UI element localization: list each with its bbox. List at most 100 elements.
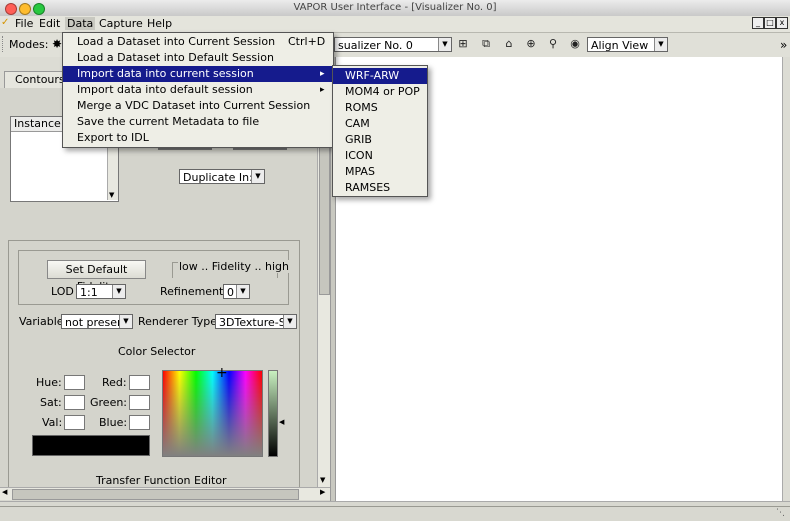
- sat-input[interactable]: [64, 395, 85, 410]
- submenu-item-label: ICON: [345, 149, 373, 162]
- menu-item-load-current[interactable]: Load a Dataset into Current Session Ctrl…: [63, 34, 333, 50]
- menu-item-import-current[interactable]: Import data into current session ▸: [63, 66, 333, 82]
- picker-crosshair-icon[interactable]: +: [216, 365, 228, 381]
- chevron-down-icon: ▼: [112, 285, 125, 298]
- menu-item-label: Load a Dataset into Default Session: [77, 51, 274, 64]
- align-view-value: Align View: [591, 39, 649, 52]
- menu-item-label: Save the current Metadata to file: [77, 115, 260, 128]
- mdi-close-button[interactable]: x: [776, 17, 788, 29]
- visualizer-select[interactable]: sualizer No. 0 ▼: [334, 37, 452, 52]
- chevron-down-icon: ▼: [251, 170, 264, 183]
- menubar: ✓ File Edit Data Capture Help _ □ x: [0, 16, 790, 33]
- submenu-item-label: ROMS: [345, 101, 378, 114]
- resize-grip-icon[interactable]: ⋱: [776, 508, 785, 518]
- menu-help[interactable]: Help: [145, 17, 174, 30]
- window-title: VAPOR User Interface - [Visualizer No. 0…: [293, 2, 497, 13]
- chevron-down-icon: ▼: [283, 315, 296, 328]
- submenu-item-label: WRF-ARW: [345, 69, 400, 82]
- menu-item-label: Import data into default session: [77, 83, 253, 96]
- submenu-item-roms[interactable]: ROMS: [333, 100, 427, 116]
- refinement-value: 0: [227, 286, 234, 299]
- set-default-fidelity-button[interactable]: Set Default Fidelity: [47, 260, 146, 293]
- center-view-icon[interactable]: ⊕: [524, 37, 538, 51]
- hue-input[interactable]: [64, 375, 85, 390]
- scroll-right-icon[interactable]: ▶: [320, 488, 325, 496]
- green-label: Green:: [90, 396, 128, 409]
- value-slider[interactable]: [268, 370, 278, 457]
- menu-edit[interactable]: Edit: [37, 17, 62, 30]
- lod-select[interactable]: 1:1 ▼: [76, 284, 126, 299]
- duplicate-in-select[interactable]: Duplicate In: ▼: [179, 169, 265, 184]
- color-selector-title: Color Selector: [118, 345, 196, 358]
- val-input[interactable]: [64, 415, 85, 430]
- status-bar: ⋱: [0, 501, 790, 521]
- lod-value: 1:1: [80, 286, 98, 299]
- cascade-windows-icon[interactable]: ⧉: [479, 37, 493, 51]
- menu-data[interactable]: Data: [65, 17, 96, 30]
- submenu-item-icon[interactable]: ICON: [333, 148, 427, 164]
- align-view-select[interactable]: Align View ▼: [587, 37, 668, 52]
- window-titlebar: VAPOR User Interface - [Visualizer No. 0…: [0, 0, 790, 17]
- chevron-down-icon: ▼: [236, 285, 249, 298]
- panel-vertical-scrollbar[interactable]: ▼: [317, 83, 330, 488]
- transfer-function-title: Transfer Function Editor: [96, 474, 227, 487]
- scroll-down-icon[interactable]: ▼: [320, 476, 325, 484]
- duplicate-in-value: Duplicate In:: [183, 171, 253, 184]
- menu-capture[interactable]: Capture: [97, 17, 145, 30]
- variable-label: Variable: [19, 315, 64, 328]
- green-input[interactable]: [129, 395, 150, 410]
- menu-item-import-default[interactable]: Import data into default session ▸: [63, 82, 333, 98]
- lod-label: LOD: [51, 285, 74, 298]
- menu-item-merge-vdc[interactable]: Merge a VDC Dataset into Current Session: [63, 98, 333, 114]
- submenu-item-label: RAMSES: [345, 181, 391, 194]
- submenu-item-grib[interactable]: GRIB: [333, 132, 427, 148]
- value-slider-arrow-icon[interactable]: ◀: [279, 418, 284, 426]
- mdi-minimize-button[interactable]: _: [752, 17, 764, 29]
- submenu-item-label: MOM4 or POP: [345, 85, 420, 98]
- submenu-item-ramses[interactable]: RAMSES: [333, 180, 427, 196]
- submenu-item-wrf-arw[interactable]: WRF-ARW: [333, 68, 427, 84]
- menu-item-label: Import data into current session: [77, 67, 254, 80]
- menu-item-label: Load a Dataset into Current Session: [77, 35, 276, 48]
- toolbar-overflow-icon[interactable]: »: [780, 38, 787, 52]
- hue-label: Hue:: [36, 376, 62, 389]
- instance-header-label: Instance: [14, 117, 61, 130]
- app-check-icon: ✓: [1, 17, 10, 28]
- zoom-icon[interactable]: ⚲: [546, 37, 560, 51]
- mdi-restore-button[interactable]: □: [764, 17, 776, 29]
- renderer-type-select[interactable]: 3DTexture-Sh ▼: [215, 314, 297, 329]
- sat-label: Sat:: [40, 396, 62, 409]
- navigation-mode-icon[interactable]: ✸: [52, 37, 62, 51]
- red-input[interactable]: [129, 375, 150, 390]
- menu-item-load-default[interactable]: Load a Dataset into Default Session: [63, 50, 333, 66]
- submenu-item-cam[interactable]: CAM: [333, 116, 427, 132]
- renderer-panel: Instance ▼ Duplicate In: ▼ ▼ Set Default…: [0, 83, 330, 500]
- home-icon[interactable]: ⌂: [502, 37, 516, 51]
- menu-file[interactable]: File: [13, 17, 35, 30]
- menu-item-save-metadata[interactable]: Save the current Metadata to file: [63, 114, 333, 130]
- tab-contours[interactable]: Contours: [4, 71, 66, 88]
- refinement-label: Refinement: [160, 285, 224, 298]
- visualizer-select-value: sualizer No. 0: [338, 39, 413, 52]
- visualizer-right-border: [782, 57, 790, 501]
- fidelity-range-label: low .. Fidelity .. high: [178, 260, 291, 273]
- submenu-item-mpas[interactable]: MPAS: [333, 164, 427, 180]
- status-divider: [0, 506, 790, 507]
- submenu-item-label: MPAS: [345, 165, 375, 178]
- blue-input[interactable]: [129, 415, 150, 430]
- scroll-left-icon[interactable]: ◀: [2, 488, 7, 496]
- scroll-down-icon[interactable]: ▼: [109, 191, 114, 199]
- hue-saturation-picker[interactable]: +: [162, 365, 263, 457]
- blue-label: Blue:: [99, 416, 128, 429]
- variable-select[interactable]: not presen ▼: [61, 314, 133, 329]
- panel-horizontal-scrollbar[interactable]: ◀ ▶: [0, 487, 330, 500]
- refinement-select[interactable]: 0 ▼: [223, 284, 250, 299]
- submenu-item-mom4-pop[interactable]: MOM4 or POP: [333, 84, 427, 100]
- data-menu: Load a Dataset into Current Session Ctrl…: [62, 32, 334, 148]
- tile-windows-icon[interactable]: ⊞: [456, 37, 470, 51]
- submenu-arrow-icon: ▸: [320, 85, 325, 95]
- menu-item-export-idl[interactable]: Export to IDL: [63, 130, 333, 146]
- eye-view-icon[interactable]: ◉: [568, 37, 582, 51]
- panel-hscroll-thumb[interactable]: [12, 489, 299, 500]
- menu-item-label: Merge a VDC Dataset into Current Session: [77, 99, 311, 112]
